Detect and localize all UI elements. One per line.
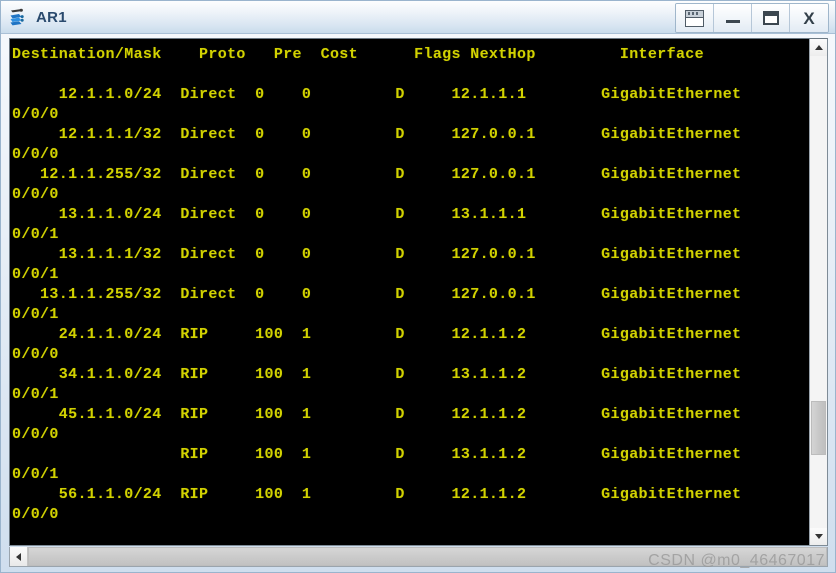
title-bar[interactable]: AR1 X <box>1 1 835 34</box>
scroll-left-button[interactable] <box>10 547 28 566</box>
terminal-frame: Destination/Mask Proto Pre Cost Flags Ne… <box>9 38 828 546</box>
router-cli-window: AR1 X Destination/Mask Proto Pre Cost Fl… <box>0 0 836 573</box>
close-icon: X <box>803 8 815 28</box>
window-restore-icon <box>685 9 704 27</box>
chevron-left-icon <box>16 552 21 561</box>
horizontal-scrollbar[interactable] <box>9 547 828 567</box>
chevron-down-icon <box>814 534 823 539</box>
terminal-screen[interactable]: Destination/Mask Proto Pre Cost Flags Ne… <box>10 39 809 545</box>
minimize-button[interactable] <box>714 4 752 32</box>
title-bar-left: AR1 <box>8 6 67 28</box>
scroll-down-button[interactable] <box>810 528 827 545</box>
chevron-up-icon <box>814 45 823 50</box>
router-icon <box>8 6 30 28</box>
routing-table-output: Destination/Mask Proto Pre Cost Flags Ne… <box>12 46 742 523</box>
horizontal-scroll-thumb[interactable] <box>28 547 827 566</box>
close-button[interactable]: X <box>790 4 828 32</box>
vertical-scroll-thumb[interactable] <box>811 400 826 455</box>
restore-window-button[interactable] <box>676 4 714 32</box>
window-controls: X <box>675 3 829 33</box>
terminal-area: Destination/Mask Proto Pre Cost Flags Ne… <box>1 34 835 572</box>
maximize-button[interactable] <box>752 4 790 32</box>
horizontal-scroll-track[interactable] <box>28 547 827 566</box>
vertical-scrollbar[interactable] <box>809 39 827 545</box>
minimize-icon <box>725 20 740 23</box>
window-title: AR1 <box>36 8 67 26</box>
vertical-scroll-track[interactable] <box>810 56 827 528</box>
maximize-icon <box>762 11 779 25</box>
scroll-up-button[interactable] <box>810 39 827 56</box>
